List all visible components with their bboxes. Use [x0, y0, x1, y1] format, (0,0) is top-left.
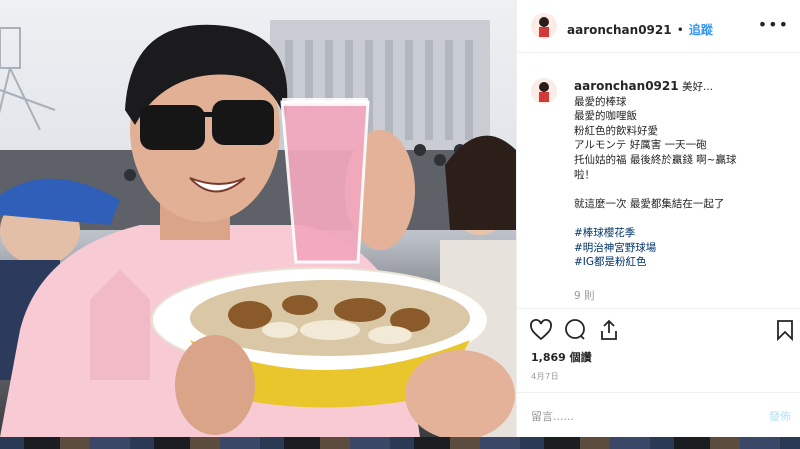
instagram-post: aaronchan0921 • 追蹤 ••• aaronchan0921 美好.… [0, 0, 800, 449]
post-caption: aaronchan0921 美好... 最愛的棒球 最愛的咖哩飯 粉紅色的飲料好… [574, 79, 789, 270]
caption-username[interactable]: aaronchan0921 [574, 79, 679, 93]
hashtag-link[interactable]: #棒球櫻花季 [574, 226, 789, 241]
likes-count[interactable]: 1,869 個讚 [531, 349, 592, 365]
bookmark-icon[interactable] [773, 318, 797, 342]
photo-illustration [0, 20, 516, 437]
caption-line-6: 啦！ [574, 168, 595, 181]
caption-line-2: 最愛的咖哩飯 [574, 110, 637, 123]
header-username[interactable]: aaronchan0921 [567, 23, 672, 37]
share-icon[interactable] [597, 318, 621, 342]
heart-icon[interactable] [529, 318, 553, 342]
post-comment-button[interactable]: 發佈 [769, 408, 791, 424]
follow-button[interactable]: 追蹤 [689, 23, 713, 37]
comments-count[interactable]: 9 則 [574, 288, 595, 303]
divider [517, 308, 800, 309]
post-photo[interactable] [0, 0, 516, 437]
caption-line-1: 最愛的棒球 [574, 95, 627, 108]
caption-line-7 [574, 182, 789, 197]
caption-line-4: アルモンテ 好厲害 一天一砲 [574, 139, 707, 152]
comment-icon[interactable] [563, 318, 587, 342]
caption-line-5: 托仙姑的福 最後終於贏錢 啊~贏球 [574, 153, 737, 166]
hashtag-link[interactable]: #IG都是粉紅色 [574, 255, 789, 270]
separator-dot: • [676, 23, 684, 37]
post-date[interactable]: 4月7日 [531, 371, 559, 382]
header-user-row: aaronchan0921 • 追蹤 [567, 19, 713, 38]
caption-avatar-icon[interactable] [531, 78, 557, 104]
caption-line-8: 就這麼一次 最愛都集結在一起了 [574, 197, 725, 210]
post-header: aaronchan0921 • 追蹤 ••• [517, 0, 800, 53]
caption-line-3: 粉紅色的飲料好愛 [574, 124, 658, 137]
more-options-button[interactable]: ••• [758, 15, 789, 34]
post-side-panel: aaronchan0921 • 追蹤 ••• aaronchan0921 美好.… [516, 0, 800, 437]
hashtag-link[interactable]: #明治神宮野球場 [574, 241, 789, 256]
caption-line-9 [574, 211, 789, 226]
comment-input[interactable]: 留言...... [531, 408, 574, 424]
photo-bottom-strip [0, 437, 800, 449]
avatar-cartoon-icon[interactable] [531, 13, 557, 39]
caption-line-0: 美好... [681, 81, 713, 93]
divider [517, 392, 800, 393]
